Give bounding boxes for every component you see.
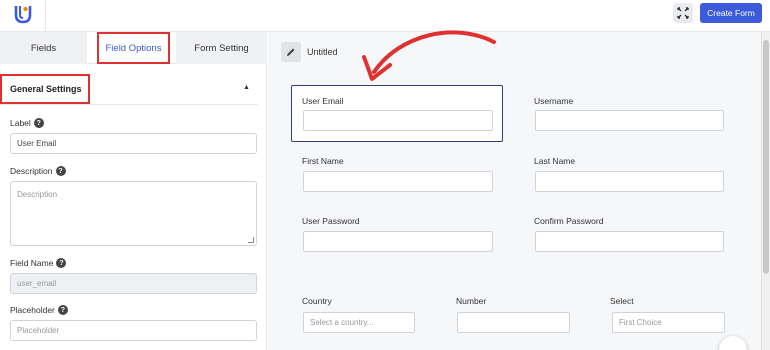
create-form-button[interactable]: Create Form [700, 3, 762, 23]
field-label: First Name [302, 156, 344, 166]
select-dropdown[interactable]: First Choice [612, 312, 725, 333]
top-bar: Create Form [0, 0, 770, 32]
field-label: Username [534, 96, 574, 106]
tab-fields[interactable]: Fields [0, 32, 87, 64]
help-icon[interactable]: ? [57, 305, 68, 315]
field-name-setting-title: Field Name ? [10, 258, 67, 268]
placeholder-setting-title: Placeholder ? [10, 305, 68, 315]
left-panel: Fields Field Options Form Setting Genera… [0, 32, 267, 350]
help-icon[interactable]: ? [56, 258, 67, 268]
canvas-scrollbar[interactable] [761, 32, 770, 350]
expand-icon [677, 7, 689, 19]
user-email-input[interactable] [303, 110, 493, 131]
description-textarea[interactable]: Description [10, 181, 257, 246]
field-label: Country [302, 296, 332, 306]
confirm-password-input[interactable] [535, 231, 724, 252]
tab-form-setting[interactable]: Form Setting [176, 32, 267, 64]
fullscreen-button[interactable] [673, 3, 693, 23]
field-label: Last Name [534, 156, 576, 166]
number-input[interactable] [457, 312, 570, 333]
label-setting-title: Label ? [10, 118, 44, 128]
resize-handle-icon[interactable] [248, 237, 254, 243]
field-label: User Email [302, 96, 344, 106]
scrollbar-thumb[interactable] [763, 40, 769, 274]
panel-tabs: Fields Field Options Form Setting [0, 32, 267, 64]
placeholder-setting-text: Placeholder [10, 305, 55, 315]
field-label: User Password [302, 216, 360, 226]
field-name-input: user_email [10, 273, 257, 294]
app-logo-icon [14, 6, 32, 24]
field-label: Confirm Password [534, 216, 604, 226]
country-select[interactable]: Select a country... [303, 312, 415, 333]
description-setting-title: Description ? [10, 166, 66, 176]
pencil-icon [287, 48, 295, 56]
form-title[interactable]: Untitled [307, 47, 338, 57]
collapse-caret-icon[interactable]: ▲ [243, 84, 250, 91]
user-password-input[interactable] [303, 231, 493, 252]
placeholder-input[interactable]: Placeholder [10, 320, 257, 341]
first-name-input[interactable] [303, 171, 493, 192]
username-input[interactable] [535, 110, 724, 131]
field-name-setting-text: Field Name [10, 258, 54, 268]
last-name-input[interactable] [535, 171, 724, 192]
label-setting-text: Label [10, 118, 31, 128]
help-icon[interactable]: ? [33, 118, 44, 128]
form-canvas: Untitled User Email Username First Name … [268, 32, 770, 350]
description-placeholder: Description [17, 190, 58, 199]
edit-title-button[interactable] [281, 42, 301, 62]
general-settings-header[interactable]: General Settings [0, 74, 90, 104]
description-setting-text: Description [10, 166, 53, 176]
label-input[interactable]: User Email [10, 133, 257, 154]
field-label: Select [610, 296, 634, 306]
tab-field-options[interactable]: Field Options [97, 32, 170, 64]
help-icon[interactable]: ? [55, 166, 66, 176]
section-divider [0, 104, 258, 105]
logo-divider [45, 0, 46, 32]
field-label: Number [456, 296, 487, 306]
